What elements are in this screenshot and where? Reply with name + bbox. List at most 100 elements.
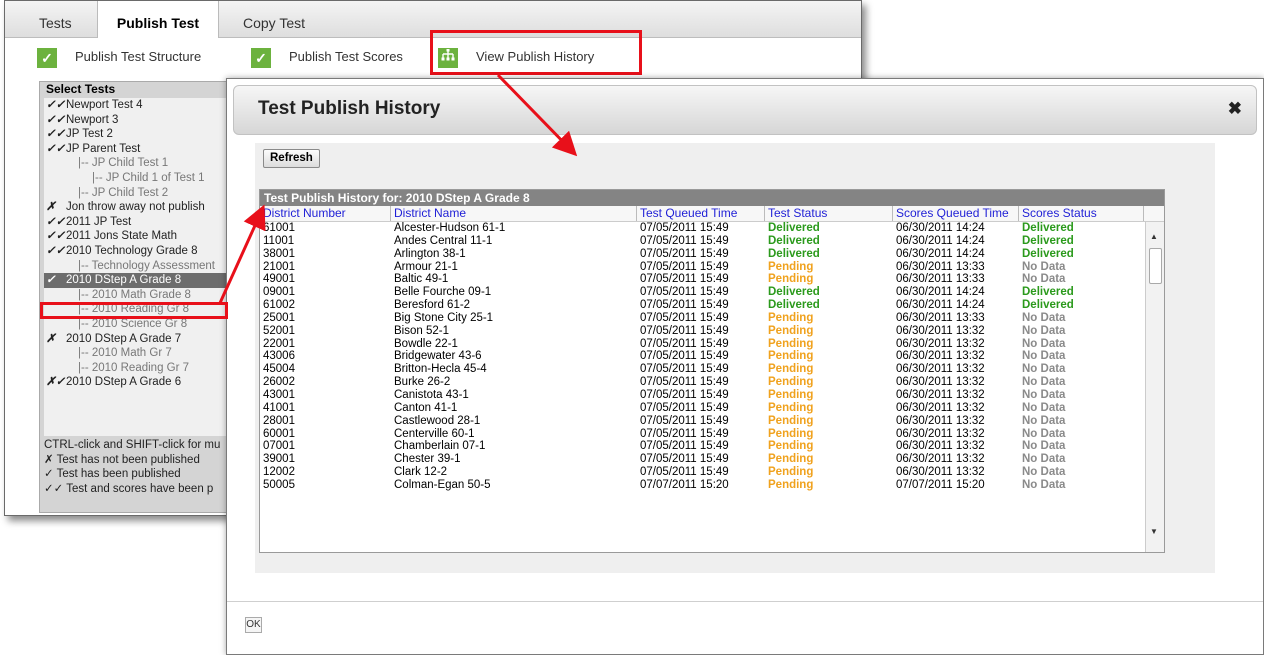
table-cell: No Data xyxy=(1022,376,1066,389)
dialog-footer-divider xyxy=(227,601,1263,602)
test-list-item[interactable]: |-- 2010 Science Gr 8 xyxy=(44,317,240,332)
column-scores-status[interactable]: Scores Status xyxy=(1019,206,1144,221)
publish-history-grid: Test Publish History for: 2010 DStep A G… xyxy=(259,189,1165,553)
table-row[interactable]: 43006 Bridgewater 43-6 07/05/2011 15:49 Pen… xyxy=(260,350,1144,363)
table-row[interactable]: 22001 Bowdle 22-1 07/05/2011 15:49 Pending 0… xyxy=(260,338,1144,351)
table-cell: No Data xyxy=(1022,324,1066,337)
table-cell: 06/30/2011 13:32 xyxy=(896,427,985,440)
table-cell: 12002 xyxy=(263,466,295,479)
test-list-item[interactable]: ✗ 2010 DStep A Grade 7 xyxy=(44,332,240,347)
test-list-item[interactable]: |-- JP Child Test 2 xyxy=(44,186,240,201)
publish-test-scores-label: Publish Test Scores xyxy=(289,49,403,64)
table-cell: 07/05/2011 15:49 xyxy=(640,260,729,273)
table-row[interactable]: 43001 Canistota 43-1 07/05/2011 15:49 Pendi… xyxy=(260,389,1144,402)
table-row[interactable]: 61002 Beresford 61-2 07/05/2011 15:49 Deliv… xyxy=(260,299,1144,312)
table-cell: 06/30/2011 14:24 xyxy=(896,247,985,260)
table-cell: 07/05/2011 15:49 xyxy=(640,363,729,376)
tab-publish-test[interactable]: Publish Test xyxy=(97,1,219,38)
tab-tests[interactable]: Tests xyxy=(39,1,72,37)
test-list-item-label: JP Test 2 xyxy=(66,128,113,141)
test-list-item-label: 2011 JP Test xyxy=(66,215,132,228)
table-row[interactable]: 41001 Canton 41-1 07/05/2011 15:49 Pending 0… xyxy=(260,402,1144,415)
table-row[interactable]: 38001 Arlington 38-1 07/05/2011 15:49 Deliv… xyxy=(260,248,1144,261)
grid-scrollbar[interactable]: ▲ ▼ xyxy=(1145,222,1164,552)
legend-not-published: ✗ Test has not been published xyxy=(44,453,200,466)
publish-test-structure-link[interactable]: ✓ Publish Test Structure xyxy=(37,46,201,68)
publish-test-scores-link[interactable]: ✓ Publish Test Scores xyxy=(251,46,403,68)
table-cell: 06/30/2011 14:24 xyxy=(896,234,985,247)
test-list-item-label: |-- 2010 Math Grade 8 xyxy=(78,288,191,301)
table-cell: 43001 xyxy=(263,388,295,401)
table-row[interactable]: 50005 Colman-Egan 50-5 07/07/2011 15:20 Pen… xyxy=(260,479,1144,492)
test-list-item[interactable]: ✓✓2011 JP Test xyxy=(44,215,240,230)
test-publish-history-dialog: Test Publish History ✖ Refresh Test Publ… xyxy=(226,78,1264,655)
table-cell: Pending xyxy=(768,337,814,350)
dialog-title: Test Publish History xyxy=(258,98,441,119)
test-list-item[interactable]: ✗✓2010 DStep A Grade 6 xyxy=(44,375,240,390)
table-row[interactable]: 07001 Chamberlain 07-1 07/05/2011 15:49 Pen… xyxy=(260,440,1144,453)
table-cell: Bridgewater 43-6 xyxy=(394,350,482,363)
test-list-item[interactable]: ✓✓JP Parent Test xyxy=(44,142,240,157)
table-cell: Delivered xyxy=(1022,286,1074,299)
column-test-queued-time[interactable]: Test Queued Time xyxy=(637,206,765,221)
table-cell: Bison 52-1 xyxy=(394,324,449,337)
table-row[interactable]: 09001 Belle Fourche 09-1 07/05/2011 15:49 D… xyxy=(260,286,1144,299)
table-row[interactable]: 45004 Britton-Hecla 45-4 07/05/2011 15:49 P… xyxy=(260,363,1144,376)
table-row[interactable]: 28001 Castlewood 28-1 07/05/2011 15:49 Pend… xyxy=(260,415,1144,428)
table-row[interactable]: 49001 Baltic 49-1 07/05/2011 15:49 Pending 0… xyxy=(260,273,1144,286)
table-row[interactable]: 39001 Chester 39-1 07/05/2011 15:49 Pending… xyxy=(260,453,1144,466)
scroll-thumb[interactable] xyxy=(1149,248,1162,284)
test-list-item[interactable]: |-- 2010 Math Grade 8 xyxy=(44,288,240,303)
test-list-item[interactable]: ✓✓2010 Technology Grade 8 xyxy=(44,244,240,259)
test-list-item[interactable]: |-- JP Child 1 of Test 1 xyxy=(44,171,240,186)
table-cell: 07/07/2011 15:20 xyxy=(896,478,985,491)
table-cell: Delivered xyxy=(1022,247,1074,260)
test-list-item[interactable]: ✗ Jon throw away not publish xyxy=(44,200,240,215)
close-icon[interactable]: ✖ xyxy=(1228,99,1242,119)
publish-status-mark: ✓✓ xyxy=(46,128,66,141)
table-row[interactable]: 12002 Clark 12-2 07/05/2011 15:49 Pending 06… xyxy=(260,466,1144,479)
table-row[interactable]: 21001 Armour 21-1 07/05/2011 15:49 Pending 0… xyxy=(260,261,1144,274)
table-cell: No Data xyxy=(1022,311,1066,324)
column-district-number[interactable]: District Number xyxy=(260,206,391,221)
tab-copy-test[interactable]: Copy Test xyxy=(243,1,305,37)
test-list-item[interactable]: ✓✓2011 Jons State Math xyxy=(44,229,240,244)
table-row[interactable]: 52001 Bison 52-1 07/05/2011 15:49 Pending 06… xyxy=(260,325,1144,338)
table-row[interactable]: 61001 Alcester-Hudson 61-1 07/05/2011 15:4… xyxy=(260,222,1144,235)
test-list-item[interactable]: ✓✓Newport Test 4 xyxy=(44,98,240,113)
test-list-item[interactable]: ✓✓JP Test 2 xyxy=(44,127,240,142)
scroll-up-icon[interactable]: ▲ xyxy=(1150,232,1158,241)
table-row[interactable]: 26002 Burke 26-2 07/05/2011 15:49 Pending 06… xyxy=(260,376,1144,389)
dialog-header: Test Publish History ✖ xyxy=(233,85,1257,135)
table-cell: 60001 xyxy=(263,427,295,440)
scroll-down-icon[interactable]: ▼ xyxy=(1150,527,1158,536)
test-list-item[interactable]: |-- 2010 Reading Gr 7 xyxy=(44,361,240,376)
grid-caption: Test Publish History for: 2010 DStep A G… xyxy=(260,190,1164,206)
table-cell: 07/05/2011 15:49 xyxy=(640,324,729,337)
table-cell: Delivered xyxy=(768,286,820,299)
test-list-item[interactable]: |-- 2010 Math Gr 7 xyxy=(44,346,240,361)
table-row[interactable]: 25001 Big Stone City 25-1 07/05/2011 15:49… xyxy=(260,312,1144,325)
check-icon: ✓ xyxy=(251,47,271,68)
table-cell: 21001 xyxy=(263,260,295,273)
test-list-item-label: 2010 DStep A Grade 6 xyxy=(66,376,182,389)
test-list-item[interactable]: ✓✓Newport 3 xyxy=(44,113,240,128)
test-list[interactable]: ✓✓Newport Test 4 ✓✓Newport 3 ✓✓JP Test 2 ✓✓… xyxy=(44,98,240,436)
ok-button[interactable]: OK xyxy=(245,617,262,633)
column-district-name[interactable]: District Name xyxy=(391,206,637,221)
table-cell: Pending xyxy=(768,273,814,286)
legend-scores-published: ✓✓ Test and scores have been p xyxy=(44,482,214,495)
refresh-button[interactable]: Refresh xyxy=(263,149,320,168)
column-scores-queued-time[interactable]: Scores Queued Time xyxy=(893,206,1019,221)
table-cell: Pending xyxy=(768,324,814,337)
test-list-item-label: 2010 DStep A Grade 8 xyxy=(66,274,182,287)
test-list-item[interactable]: |-- JP Child Test 1 xyxy=(44,156,240,171)
table-row[interactable]: 11001 Andes Central 11-1 07/05/2011 15:49 D… xyxy=(260,235,1144,248)
table-cell: No Data xyxy=(1022,388,1066,401)
column-test-status[interactable]: Test Status xyxy=(765,206,893,221)
test-list-item[interactable]: |-- Technology Assessment xyxy=(44,259,240,274)
test-list-item[interactable]: ✓ 2010 DStep A Grade 8 xyxy=(44,273,240,288)
table-row[interactable]: 60001 Centerville 60-1 07/05/2011 15:49 Pen… xyxy=(260,428,1144,441)
table-cell: Armour 21-1 xyxy=(394,260,458,273)
selected-test-callout-box xyxy=(40,302,228,319)
